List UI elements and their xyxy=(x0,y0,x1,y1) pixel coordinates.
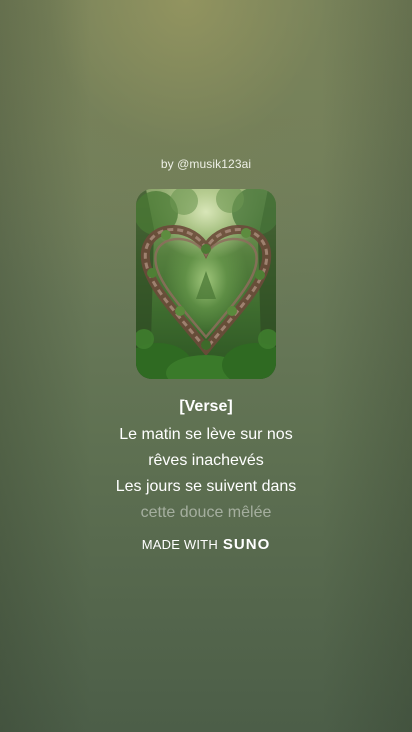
lyrics-line: Le matin se lève sur nos xyxy=(119,426,293,443)
heart-vine-icon xyxy=(136,189,276,379)
lyrics-line: rêves inachevés xyxy=(148,452,264,469)
lyrics-preview: [Verse] Le matin se lève sur nos rêves i… xyxy=(0,396,412,526)
made-with-label: MADE WITH xyxy=(141,537,218,552)
lyrics-line-faded: cette douce mêlée xyxy=(140,504,272,521)
lyrics-section-tag: [Verse] xyxy=(179,398,233,415)
suno-logo: SUNO xyxy=(222,536,271,553)
author-handle[interactable]: by @musik123ai xyxy=(0,157,412,171)
cover-art[interactable] xyxy=(136,189,276,379)
made-with-suno-link[interactable]: MADE WITH SUNO xyxy=(0,536,412,553)
lyrics-line: Les jours se suivent dans xyxy=(115,478,297,495)
